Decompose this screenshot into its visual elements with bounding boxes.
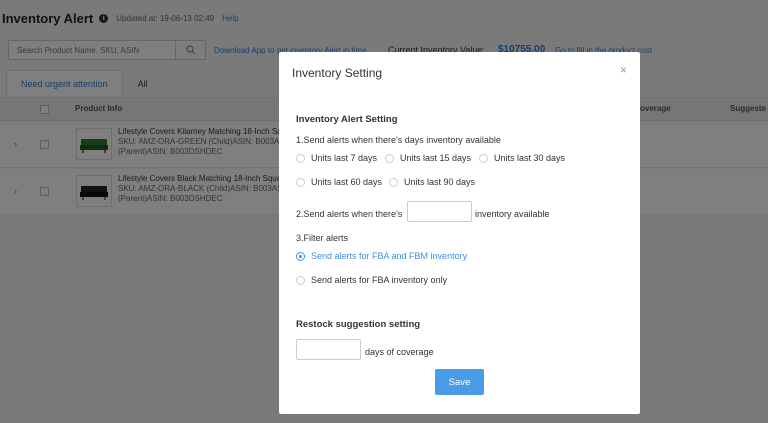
radio-units-30-days[interactable]: Units last 30 days bbox=[479, 153, 565, 163]
radio-fba-and-fbm[interactable]: Send alerts for FBA and FBM inventory bbox=[296, 251, 467, 261]
days-of-coverage-label: days of coverage bbox=[365, 347, 434, 357]
dialog-title: Inventory Setting bbox=[292, 66, 383, 80]
radio-units-7-days[interactable]: Units last 7 days bbox=[296, 153, 377, 163]
days-of-coverage-input[interactable] bbox=[296, 339, 361, 360]
radio-label: Send alerts for FBA and FBM inventory bbox=[311, 251, 468, 261]
radio-label: Units last 7 days bbox=[311, 153, 378, 163]
filter-alerts-label: 3.Filter alerts bbox=[296, 233, 349, 243]
alert-days-label: 1.Send alerts when there's days inventor… bbox=[296, 135, 501, 145]
inventory-alert-heading: Inventory Alert Setting bbox=[296, 114, 398, 125]
radio-units-90-days[interactable]: Units last 90 days bbox=[389, 177, 475, 187]
inventory-threshold-label: 2.Send alerts when there's bbox=[296, 209, 403, 219]
radio-label: Units last 30 days bbox=[494, 153, 566, 163]
inventory-setting-dialog: Inventory Setting × Inventory Alert Sett… bbox=[279, 52, 640, 414]
radio-label: Send alerts for FBA inventory only bbox=[311, 275, 448, 285]
inventory-threshold-input[interactable] bbox=[407, 201, 472, 222]
close-icon[interactable]: × bbox=[620, 63, 627, 77]
radio-label: Units last 60 days bbox=[311, 177, 383, 187]
radio-circle-icon bbox=[296, 275, 305, 285]
radio-units-60-days[interactable]: Units last 60 days bbox=[296, 177, 382, 187]
radio-label: Units last 90 days bbox=[404, 177, 476, 187]
radio-circle-icon bbox=[296, 153, 305, 163]
restock-suggestion-heading: Restock suggestion setting bbox=[296, 319, 421, 330]
radio-fba-only[interactable]: Send alerts for FBA inventory only bbox=[296, 275, 447, 285]
radio-units-15-days[interactable]: Units last 15 days bbox=[385, 153, 471, 163]
radio-checked-icon bbox=[296, 251, 305, 261]
radio-circle-icon bbox=[385, 153, 394, 163]
radio-circle-icon bbox=[479, 153, 488, 163]
radio-circle-icon bbox=[389, 177, 398, 187]
inventory-threshold-suffix: inventory available bbox=[475, 209, 550, 219]
save-button[interactable]: Save bbox=[435, 369, 484, 395]
radio-label: Units last 15 days bbox=[400, 153, 472, 163]
radio-circle-icon bbox=[296, 177, 305, 187]
